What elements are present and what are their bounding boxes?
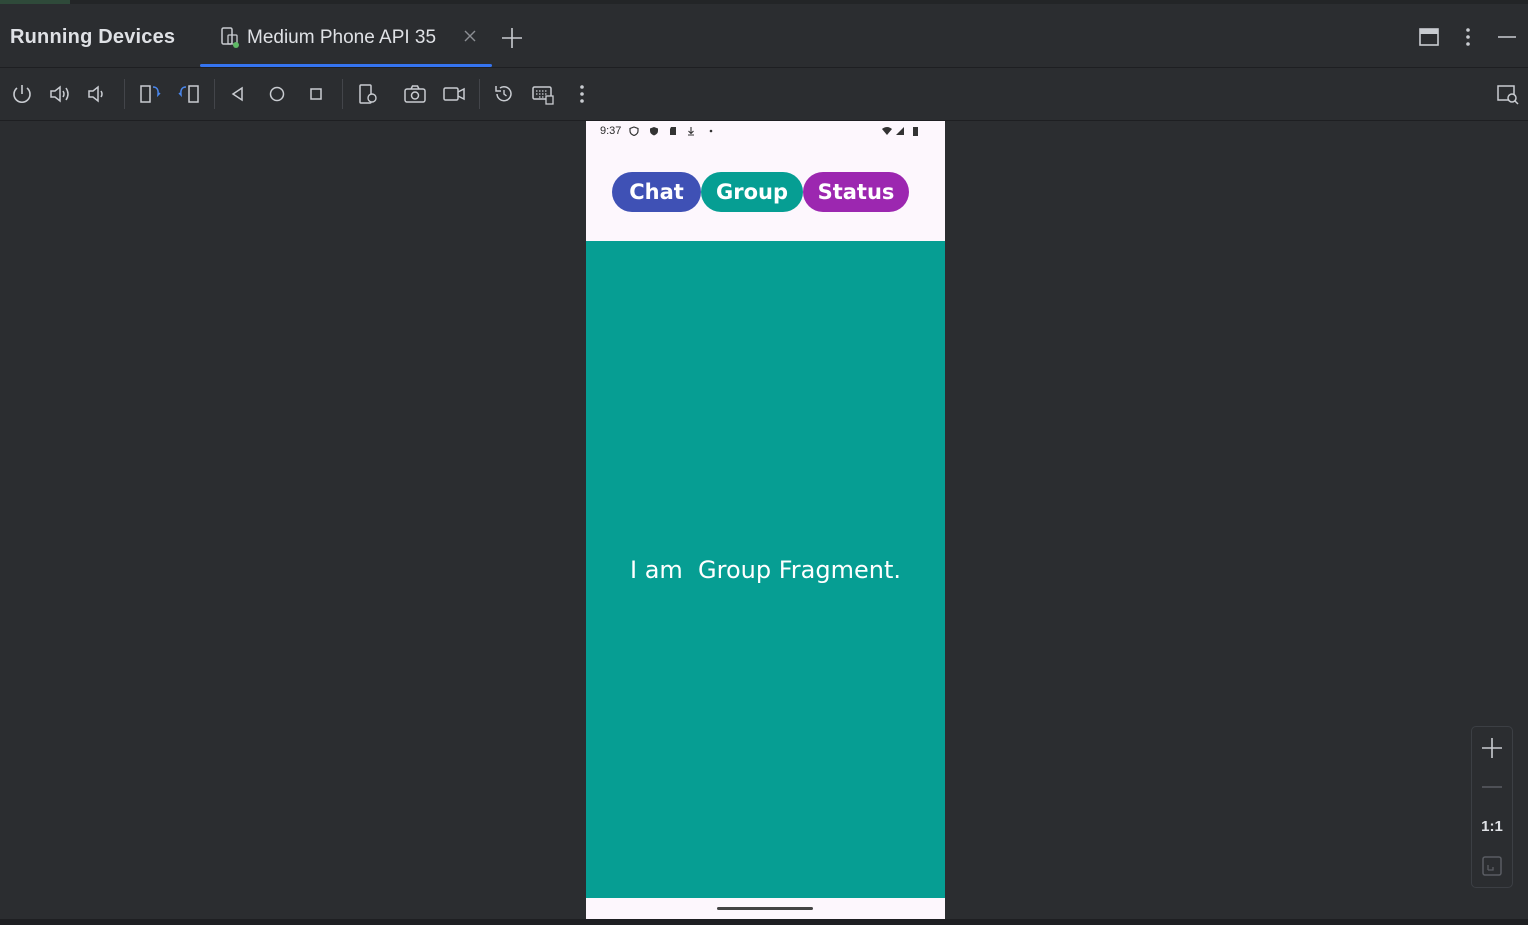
kebab-menu-icon[interactable] [1457, 26, 1479, 48]
screen-record-icon[interactable] [442, 82, 466, 106]
overview-icon[interactable] [304, 82, 328, 106]
rotate-right-icon[interactable] [177, 82, 201, 106]
plus-icon[interactable] [1480, 736, 1504, 760]
signal-icon [896, 127, 904, 135]
chat-button[interactable]: Chat [612, 172, 701, 212]
fragment-container: I am Group Fragment. [586, 241, 945, 898]
layout-inspector-icon[interactable] [1496, 82, 1520, 106]
fragment-buttons: Chat Group Status [586, 172, 945, 212]
actual-size-button[interactable]: 1:1 [1472, 818, 1512, 835]
android-status-bar: 9:37 [586, 121, 945, 143]
power-icon[interactable] [10, 82, 34, 106]
device-settings-icon[interactable] [356, 82, 380, 106]
active-tab-indicator [200, 64, 492, 67]
window-layout-icon[interactable] [1418, 26, 1440, 48]
notification-dot-icon [709, 129, 713, 133]
close-icon[interactable] [462, 28, 478, 44]
running-devices-header: Running Devices Medium Phone API 35 [0, 4, 1528, 68]
volume-down-icon[interactable] [86, 82, 110, 106]
wifi-icon [882, 127, 892, 135]
group-button[interactable]: Group [701, 172, 803, 212]
toolbar-separator [124, 79, 125, 109]
sd-card-icon [670, 127, 676, 135]
fit-screen-icon[interactable] [1480, 854, 1504, 878]
tab-label: Medium Phone API 35 [247, 27, 437, 48]
more-icon[interactable] [570, 82, 594, 106]
gesture-nav-bar [586, 898, 945, 919]
plus-icon[interactable] [500, 26, 524, 50]
shield-icon [650, 127, 658, 136]
minus-icon[interactable] [1480, 775, 1504, 799]
phone-running-icon [221, 27, 239, 48]
keyboard-icon[interactable] [531, 82, 555, 106]
status-time: 9:37 [600, 125, 622, 137]
reset-icon[interactable] [492, 82, 516, 106]
toolbar-separator [342, 79, 343, 109]
gesture-handle[interactable] [717, 907, 813, 910]
volume-up-icon[interactable] [48, 82, 72, 106]
back-icon[interactable] [226, 82, 250, 106]
status-button[interactable]: Status [803, 172, 909, 212]
zoom-controls: 1:1 [1471, 726, 1513, 888]
battery-icon [913, 127, 918, 136]
screenshot-icon[interactable] [403, 82, 427, 106]
rotate-left-icon[interactable] [138, 82, 162, 106]
toolbar-separator [479, 79, 480, 109]
home-icon[interactable] [265, 82, 289, 106]
download-icon [688, 127, 694, 136]
toolbar-separator [214, 79, 215, 109]
minimize-icon[interactable] [1496, 26, 1518, 48]
panel-title: Running Devices [10, 26, 176, 48]
fragment-text: I am Group Fragment. [629, 555, 901, 584]
tab-medium-phone[interactable]: Medium Phone API 35 [200, 4, 492, 67]
device-toolbar [0, 68, 1528, 121]
phone-screen[interactable]: 9:37 Chat Group Status I am Group Fragme… [586, 121, 945, 919]
vpn-icon [629, 126, 639, 136]
window-bottom-border [0, 919, 1528, 925]
